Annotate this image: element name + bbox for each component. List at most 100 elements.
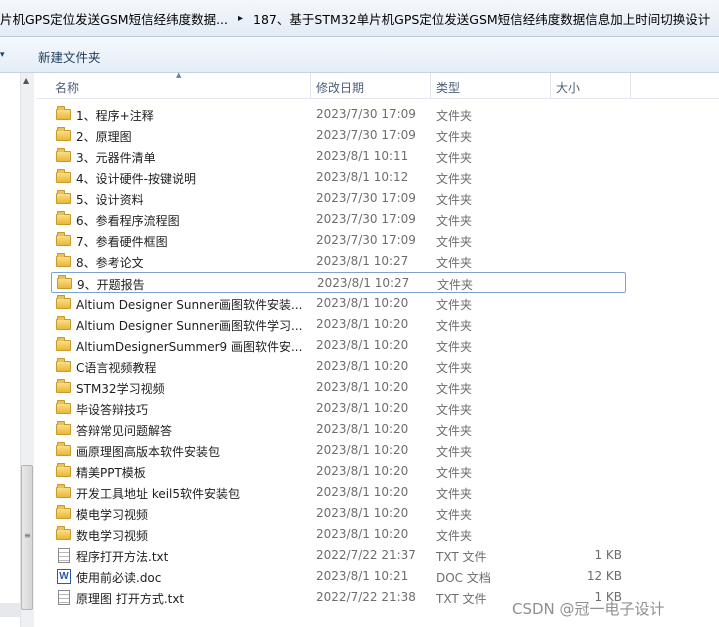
file-type: 文件夹 [436, 445, 473, 459]
folder-icon [56, 421, 71, 435]
file-type: 文件夹 [436, 487, 473, 501]
folder-icon [56, 379, 71, 393]
folder-icon [56, 337, 71, 351]
file-name: 5、设计资料 [76, 193, 144, 207]
file-type: 文件夹 [436, 340, 473, 354]
new-folder-button[interactable]: 新建文件夹 [38, 47, 101, 66]
file-row[interactable]: 4、设计硬件-按键说明 2023/8/1 10:12 文件夹 [51, 167, 626, 188]
file-type: 文件夹 [436, 130, 473, 144]
file-modified-date: 2023/7/30 17:09 [316, 212, 416, 226]
breadcrumb-current[interactable]: 187、基于STM32单片机GPS定位发送GSM短信经纬度数据信息加上时间切换设… [253, 9, 710, 28]
file-row[interactable]: Altium Designer Sunner画图软件学习... 2023/8/1 … [51, 314, 626, 335]
file-row[interactable]: W 使用前必读.doc 2023/8/1 10:21 DOC 文档 12 KB [51, 566, 626, 587]
file-modified-date: 2023/8/1 10:20 [316, 506, 409, 520]
file-type: DOC 文档 [436, 571, 491, 585]
file-name: 4、设计硬件-按键说明 [76, 172, 196, 186]
breadcrumb-parent[interactable]: 片机GPS定位发送GSM短信经纬度数据... [0, 9, 228, 28]
file-row[interactable]: 画原理图高版本软件安装包 2023/8/1 10:20 文件夹 [51, 440, 626, 461]
file-name: 6、参看程序流程图 [76, 214, 180, 228]
column-divider[interactable] [310, 73, 311, 98]
file-modified-date: 2023/8/1 10:20 [316, 359, 409, 373]
file-type: 文件夹 [436, 403, 473, 417]
file-modified-date: 2023/8/1 10:20 [316, 443, 409, 457]
file-modified-date: 2023/8/1 10:21 [316, 569, 409, 583]
folder-icon [56, 169, 71, 183]
folder-icon [56, 505, 71, 519]
folder-icon [56, 316, 71, 330]
file-row[interactable]: 5、设计资料 2023/7/30 17:09 文件夹 [51, 188, 626, 209]
file-modified-date: 2023/8/1 10:27 [317, 276, 410, 290]
folder-icon [56, 484, 71, 498]
file-type: 文件夹 [436, 508, 473, 522]
file-type: 文件夹 [436, 214, 473, 228]
file-name: 模电学习视频 [76, 508, 149, 522]
file-name: 7、参看硬件框图 [76, 235, 168, 249]
file-row[interactable]: 毕设答辩技巧 2023/8/1 10:20 文件夹 [51, 398, 626, 419]
file-modified-date: 2023/8/1 10:20 [316, 464, 409, 478]
folder-icon [56, 526, 71, 540]
file-name: 9、开题报告 [77, 278, 145, 292]
file-name: C语言视频教程 [76, 361, 157, 375]
file-row[interactable]: 2、原理图 2023/7/30 17:09 文件夹 [51, 125, 626, 146]
column-type-header[interactable]: 类型 [436, 79, 460, 96]
file-type: 文件夹 [437, 278, 474, 292]
folder-icon [56, 190, 71, 204]
file-row[interactable]: Altium Designer Sunner画图软件安装... 2023/8/1 … [51, 293, 626, 314]
column-divider[interactable] [550, 73, 551, 98]
file-type: 文件夹 [436, 193, 473, 207]
file-type: 文件夹 [436, 319, 473, 333]
file-type: 文件夹 [436, 298, 473, 312]
file-modified-date: 2023/7/30 17:09 [316, 107, 416, 121]
file-name: 使用前必读.doc [76, 571, 162, 585]
file-name: 3、元器件清单 [76, 151, 156, 165]
column-divider[interactable] [630, 73, 631, 98]
file-name: 原理图 打开方式.txt [76, 592, 185, 606]
column-divider[interactable] [430, 73, 431, 98]
file-name: 程序打开方法.txt [76, 550, 169, 564]
file-modified-date: 2023/8/1 10:20 [316, 401, 409, 415]
file-row[interactable]: 1、程序+注释 2023/7/30 17:09 文件夹 [51, 104, 626, 125]
file-size: 1 KB [594, 548, 622, 562]
organize-dropdown-icon[interactable]: ▾ [0, 50, 5, 60]
file-modified-date: 2023/8/1 10:20 [316, 527, 409, 541]
file-row[interactable]: 3、元器件清单 2023/8/1 10:11 文件夹 [51, 146, 626, 167]
file-row-selected[interactable]: 9、开题报告 2023/8/1 10:27 文件夹 [51, 272, 626, 293]
breadcrumb-separator-icon[interactable]: ▸ [238, 13, 243, 24]
file-modified-date: 2023/7/30 17:09 [316, 191, 416, 205]
scroll-up-arrow-icon[interactable]: ▲ [23, 76, 29, 85]
file-name: 2、原理图 [76, 130, 132, 144]
column-size-header[interactable]: 大小 [556, 79, 580, 96]
file-name: STM32学习视频 [76, 382, 165, 396]
file-modified-date: 2023/8/1 10:20 [316, 317, 409, 331]
file-type: 文件夹 [436, 109, 473, 123]
file-row[interactable]: STM32学习视频 2023/8/1 10:20 文件夹 [51, 377, 626, 398]
file-row[interactable]: 模电学习视频 2023/8/1 10:20 文件夹 [51, 503, 626, 524]
file-name: 答辩常见问题解答 [76, 424, 173, 438]
file-modified-date: 2023/8/1 10:20 [316, 338, 409, 352]
column-name-header[interactable]: 名称 [55, 79, 79, 96]
folder-icon [56, 106, 71, 120]
file-type: TXT 文件 [436, 592, 487, 606]
file-row[interactable]: 开发工具地址 keil5软件安装包 2023/8/1 10:20 文件夹 [51, 482, 626, 503]
file-row[interactable]: C语言视频教程 2023/8/1 10:20 文件夹 [51, 356, 626, 377]
file-row[interactable]: 数电学习视频 2023/8/1 10:20 文件夹 [51, 524, 626, 545]
folder-icon [56, 400, 71, 414]
file-modified-date: 2023/8/1 10:20 [316, 485, 409, 499]
file-type: 文件夹 [436, 172, 473, 186]
folder-icon [56, 232, 71, 246]
file-row[interactable]: 6、参看程序流程图 2023/7/30 17:09 文件夹 [51, 209, 626, 230]
file-row[interactable]: 8、参考论文 2023/8/1 10:27 文件夹 [51, 251, 626, 272]
file-type: 文件夹 [436, 466, 473, 480]
file-row[interactable]: 答辩常见问题解答 2023/8/1 10:20 文件夹 [51, 419, 626, 440]
column-date-header[interactable]: 修改日期 [316, 79, 364, 96]
folder-icon [56, 463, 71, 477]
file-name: 1、程序+注释 [76, 109, 154, 123]
horizontal-scrollbar[interactable] [0, 603, 20, 617]
file-row[interactable]: 精美PPT模板 2023/8/1 10:20 文件夹 [51, 461, 626, 482]
address-bar[interactable]: 片机GPS定位发送GSM短信经纬度数据... ▸ 187、基于STM32单片机G… [0, 0, 719, 37]
file-row[interactable]: 程序打开方法.txt 2022/7/22 21:37 TXT 文件 1 KB [51, 545, 626, 566]
file-type: TXT 文件 [436, 550, 487, 564]
file-row[interactable]: AltiumDesignerSummer9 画图软件安... 2023/8/1 1… [51, 335, 626, 356]
file-type: 文件夹 [436, 424, 473, 438]
file-row[interactable]: 7、参看硬件框图 2023/7/30 17:09 文件夹 [51, 230, 626, 251]
